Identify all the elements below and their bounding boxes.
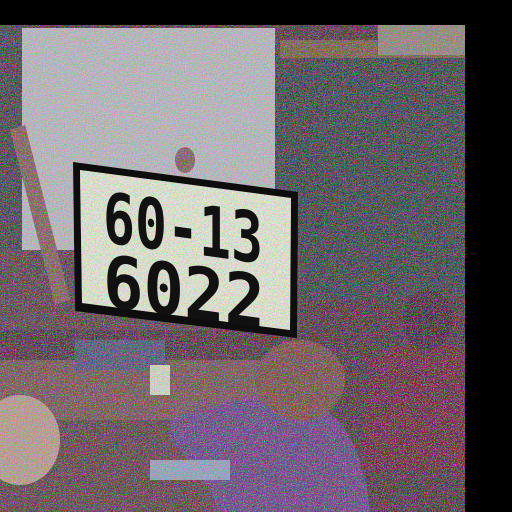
photo-canvas: 60-13 6022	[0, 25, 465, 512]
paper-on-desk	[150, 460, 230, 480]
license-plate-sign: 60-13 6022	[73, 162, 298, 346]
student-head-right	[403, 290, 453, 350]
chalkboard	[275, 55, 465, 300]
poster	[378, 25, 465, 55]
pencil-cup	[150, 365, 170, 395]
student-hair	[255, 340, 345, 420]
classroom-photo: 60-13 6022	[0, 0, 512, 512]
teacher-head	[175, 147, 195, 173]
student-red-shirt	[360, 342, 465, 470]
